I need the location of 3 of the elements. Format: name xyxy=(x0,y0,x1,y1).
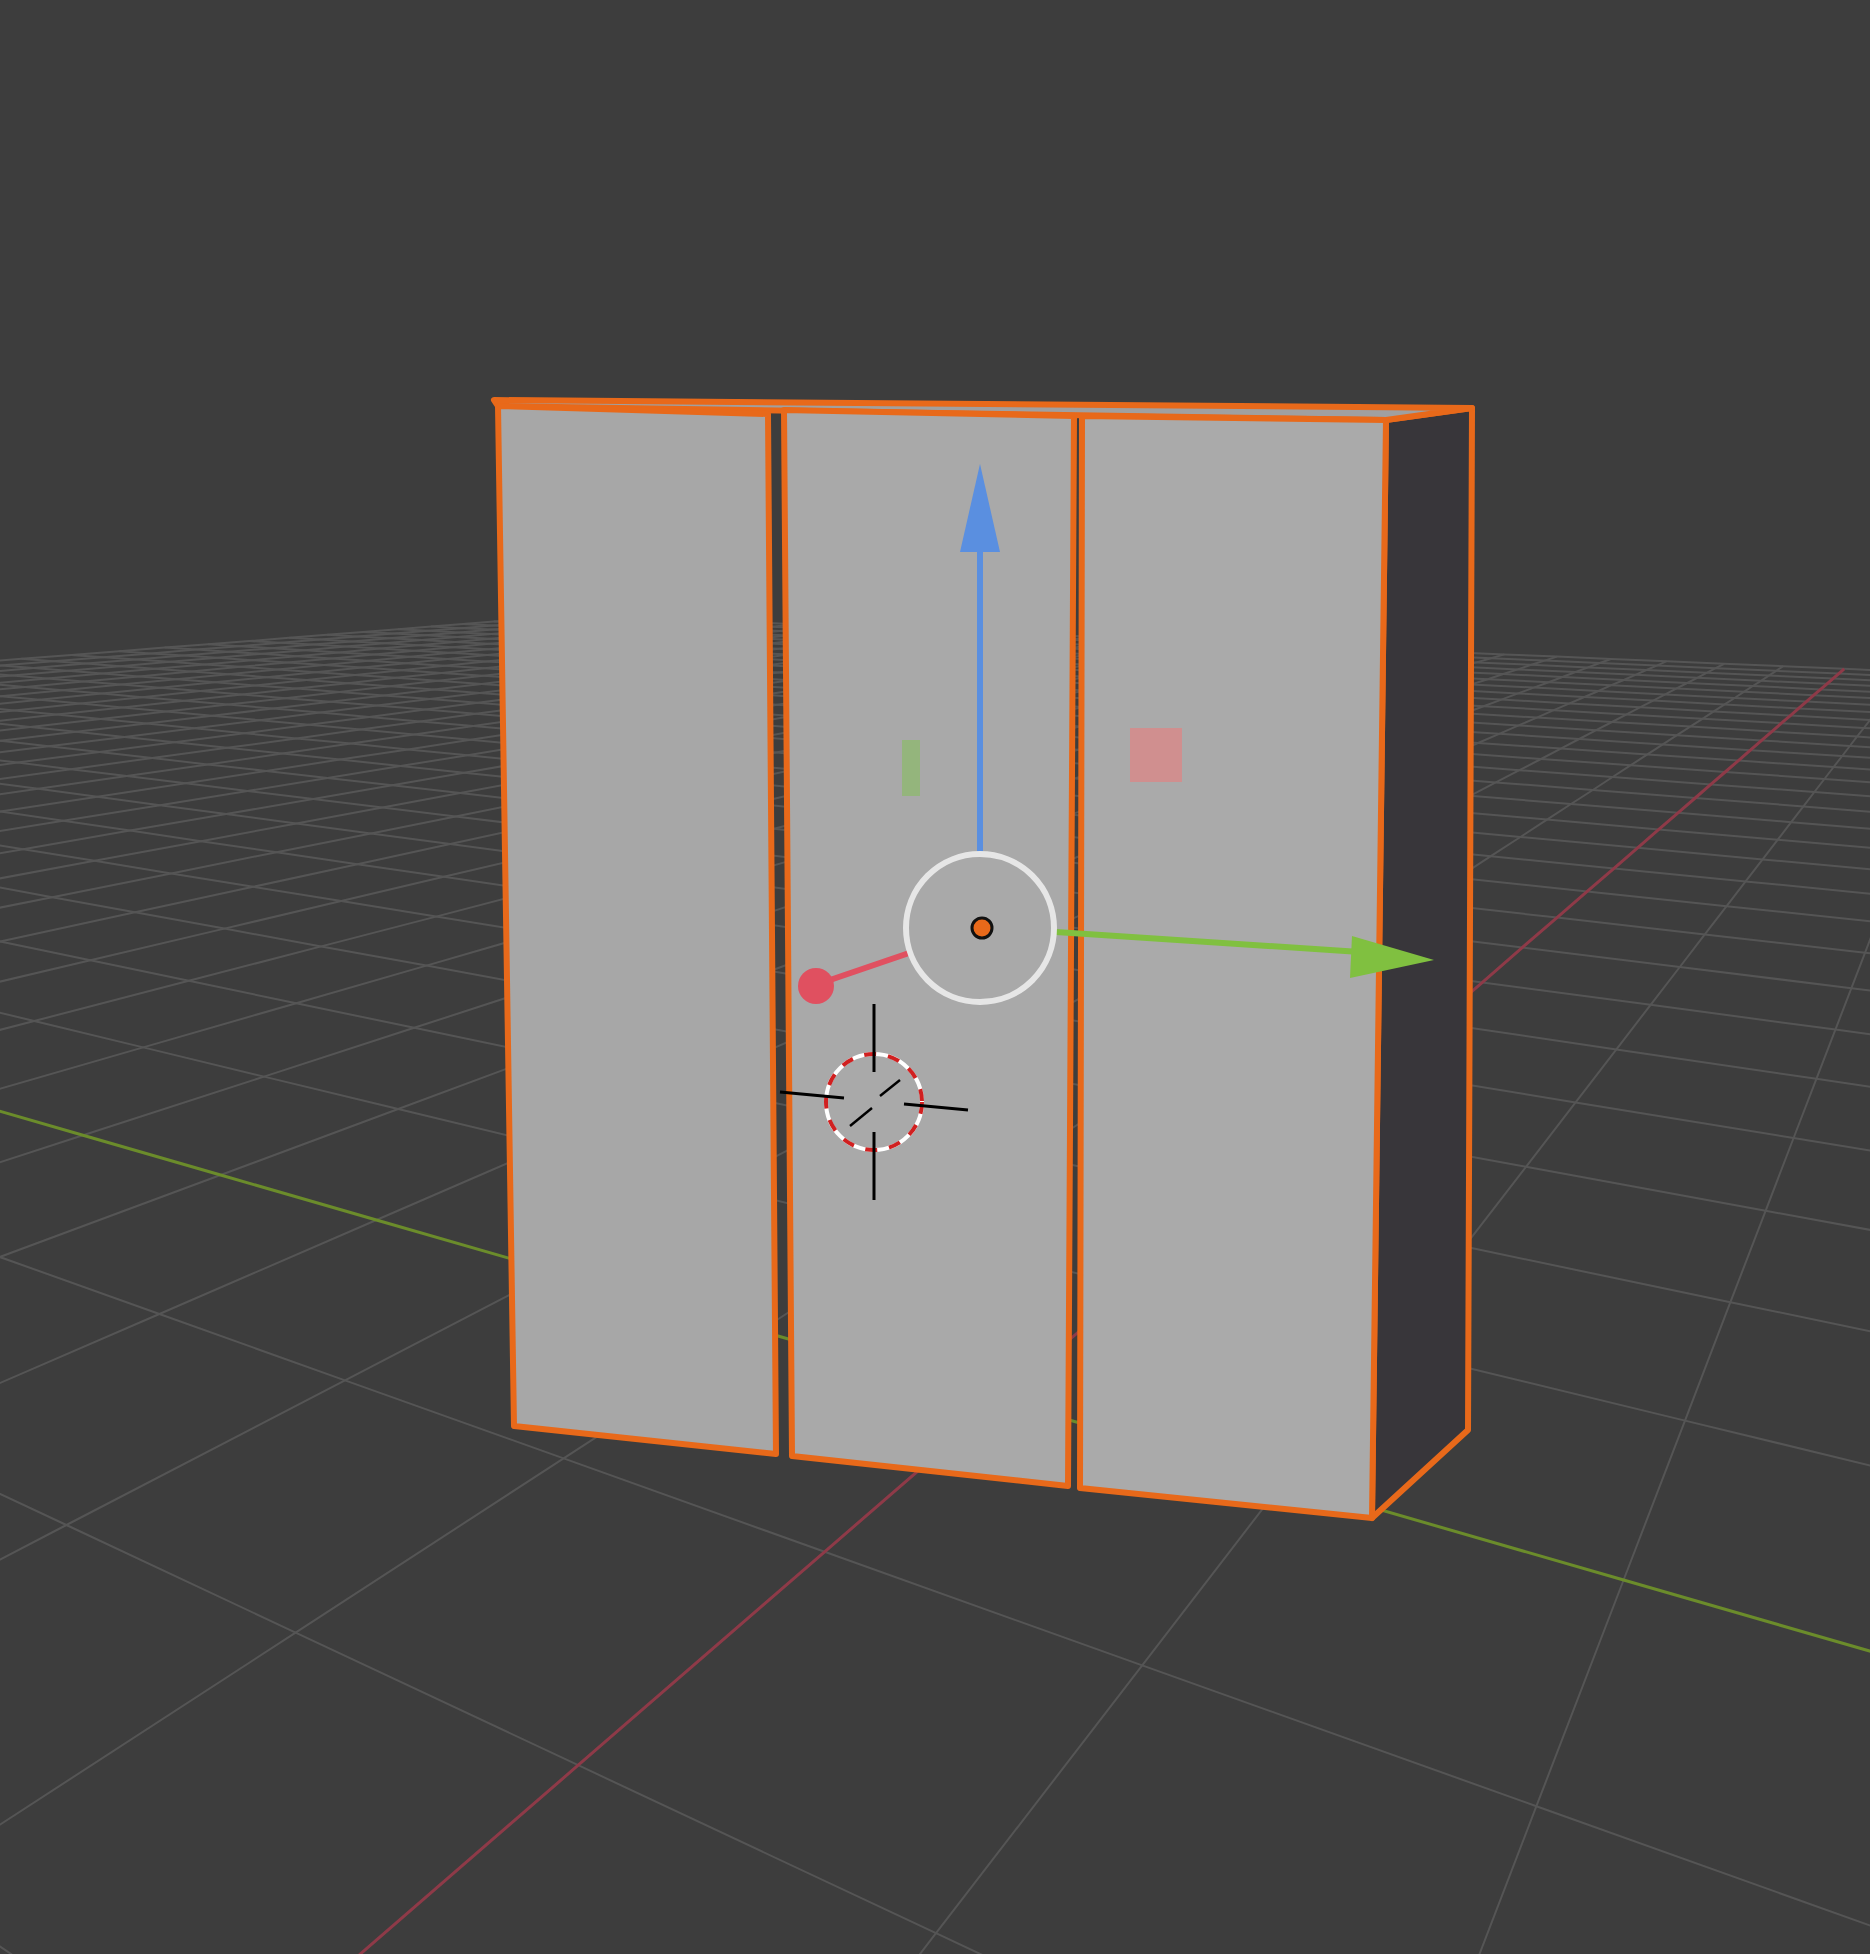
move-gizmo-drawing[interactable] xyxy=(798,464,1434,1005)
cabinet-drawing[interactable] xyxy=(491,397,1475,1521)
crosshair-icon xyxy=(779,1004,969,1200)
